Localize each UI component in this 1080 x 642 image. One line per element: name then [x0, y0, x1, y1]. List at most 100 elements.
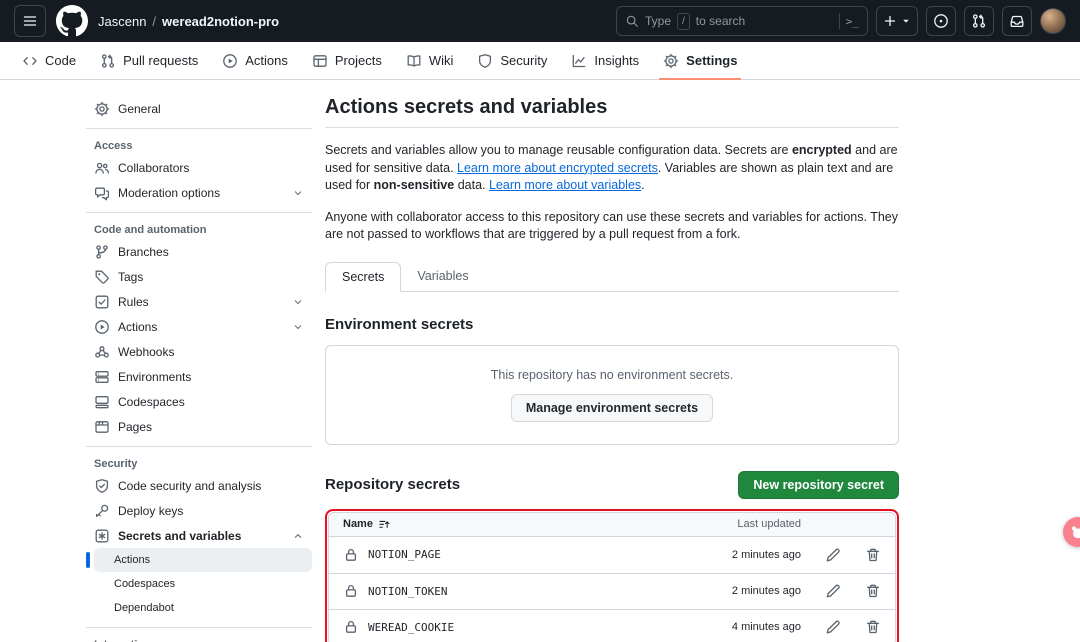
sidebar-divider: [86, 627, 312, 628]
tab-settings[interactable]: Settings: [655, 42, 745, 79]
tab-variables[interactable]: Variables: [401, 262, 484, 292]
sidebar-item-moderation-options[interactable]: Moderation options: [86, 180, 312, 205]
edit-secret-button[interactable]: [825, 619, 841, 635]
sidebar-item-label: Deploy keys: [118, 504, 183, 518]
sidebar-item-branches[interactable]: Branches: [86, 239, 312, 264]
sidebar-item-label: General: [118, 102, 161, 116]
pull-request-icon: [971, 13, 987, 29]
sidebar-item-pages[interactable]: Pages: [86, 414, 312, 439]
sidebar-divider: [86, 128, 312, 129]
secrets-variables-tabnav: SecretsVariables: [325, 262, 899, 292]
tab-pull-requests[interactable]: Pull requests: [92, 42, 206, 79]
gear-icon: [94, 101, 110, 117]
sidebar-item-label: Webhooks: [118, 345, 174, 359]
pencil-icon: [825, 619, 841, 635]
manage-environment-secrets-button[interactable]: Manage environment secrets: [511, 394, 713, 422]
search-placeholder-post: to search: [696, 14, 745, 28]
sidebar-subitem-codespaces[interactable]: Codespaces: [94, 572, 312, 596]
tab-secrets[interactable]: Secrets: [325, 262, 401, 292]
sidebar-item-secrets-and-variables[interactable]: Secrets and variables: [86, 523, 312, 548]
create-new-button[interactable]: [876, 6, 918, 36]
sidebar-subitem-dependabot[interactable]: Dependabot: [94, 596, 312, 620]
sidebar-subitem-label: Actions: [114, 554, 150, 566]
annotation-highlight: Name Last updated NOTION_PAGE2 minutes a…: [325, 509, 899, 642]
lock-icon: [343, 619, 359, 635]
name-header-label: Name: [343, 518, 373, 530]
settings-sidebar: GeneralAccessCollaboratorsModeration opt…: [86, 96, 312, 642]
repository-secrets-header: Repository secrets New repository secret: [325, 471, 899, 499]
trash-icon: [865, 619, 881, 635]
text-fragment: Secrets and variables allow you to manag…: [325, 143, 792, 157]
inline-link[interactable]: Learn more about variables: [489, 178, 641, 192]
hamburger-menu-button[interactable]: [14, 5, 46, 37]
sort-asc-icon: [378, 518, 391, 531]
sidebar-subitem-actions[interactable]: Actions: [94, 548, 312, 572]
key-icon: [94, 503, 110, 519]
sidebar-item-general[interactable]: General: [86, 96, 312, 121]
sidebar-section-title: Integrations: [86, 635, 312, 642]
breadcrumb-owner[interactable]: Jascenn: [98, 14, 146, 29]
tab-label: Insights: [594, 53, 639, 68]
sidebar-item-environments[interactable]: Environments: [86, 364, 312, 389]
caret-down-icon: [900, 15, 912, 27]
secrets-table-header: Name Last updated: [329, 513, 895, 537]
panda-icon: [1069, 523, 1080, 541]
name-column-header[interactable]: Name: [343, 518, 391, 531]
rules-icon: [94, 294, 110, 310]
inbox-button[interactable]: [1002, 6, 1032, 36]
repo-tabnav: Code Pull requests ActionsProjectsWikiSecu…: [0, 42, 1080, 80]
sidebar-item-deploy-keys[interactable]: Deploy keys: [86, 498, 312, 523]
secrets-table-body: NOTION_PAGE2 minutes agoNOTION_TOKEN2 mi…: [329, 537, 895, 642]
edit-secret-button[interactable]: [825, 547, 841, 563]
tab-actions[interactable]: Actions: [214, 42, 296, 79]
secret-row: WEREAD_COOKIE4 minutes ago: [329, 609, 895, 642]
sidebar-item-label: Collaborators: [118, 161, 189, 175]
sidebar-item-webhooks[interactable]: Webhooks: [86, 339, 312, 364]
tab-insights[interactable]: Insights: [563, 42, 647, 79]
sidebar-item-code-security-and-analysis[interactable]: Code security and analysis: [86, 473, 312, 498]
new-repository-secret-button[interactable]: New repository secret: [738, 471, 899, 499]
settings-layout: GeneralAccessCollaboratorsModeration opt…: [0, 80, 1080, 642]
avatar[interactable]: [1040, 8, 1066, 34]
tab-label: Pull requests: [123, 53, 198, 68]
sidebar-subitem-label: Dependabot: [114, 602, 174, 614]
delete-secret-button[interactable]: [865, 547, 881, 563]
lock-icon: [343, 583, 359, 599]
tab-security[interactable]: Security: [469, 42, 555, 79]
chevron-down-icon: [292, 296, 304, 308]
repository-secrets-heading: Repository secrets: [325, 476, 460, 493]
sidebar-item-actions[interactable]: Actions: [86, 314, 312, 339]
tab-code[interactable]: Code: [14, 42, 84, 79]
secret-updated: 4 minutes ago: [691, 621, 801, 633]
pencil-icon: [825, 547, 841, 563]
sidebar-item-collaborators[interactable]: Collaborators: [86, 155, 312, 180]
pencil-icon: [825, 583, 841, 599]
tab-wiki[interactable]: Wiki: [398, 42, 462, 79]
breadcrumb-separator: /: [152, 14, 156, 29]
sidebar-item-tags[interactable]: Tags: [86, 264, 312, 289]
sidebar-item-rules[interactable]: Rules: [86, 289, 312, 314]
tab-projects[interactable]: Projects: [304, 42, 390, 79]
edit-secret-button[interactable]: [825, 583, 841, 599]
inline-link[interactable]: Learn more about encrypted secrets: [457, 161, 658, 175]
codespaces-icon: [94, 394, 110, 410]
chevron-down-icon: [292, 187, 304, 199]
pull-requests-button[interactable]: [964, 6, 994, 36]
issues-button[interactable]: [926, 6, 956, 36]
trash-icon: [865, 547, 881, 563]
command-palette-icon[interactable]: >_: [846, 15, 859, 28]
breadcrumb-repo[interactable]: weread2notion-pro: [162, 14, 279, 29]
delete-secret-button[interactable]: [865, 583, 881, 599]
github-icon: [56, 5, 88, 37]
secret-name: NOTION_PAGE: [368, 548, 691, 561]
search-input[interactable]: Type / to search >_: [616, 6, 868, 36]
sidebar-item-codespaces[interactable]: Codespaces: [86, 389, 312, 414]
delete-secret-button[interactable]: [865, 619, 881, 635]
bold-text: non-sensitive: [374, 178, 455, 192]
search-placeholder-pre: Type: [645, 14, 671, 28]
github-logo[interactable]: [56, 5, 88, 37]
main-content: Actions secrets and variables Secrets an…: [325, 96, 899, 642]
secrets-icon: [94, 528, 110, 544]
secret-updated: 2 minutes ago: [691, 549, 801, 561]
sidebar-item-label: Rules: [118, 295, 149, 309]
